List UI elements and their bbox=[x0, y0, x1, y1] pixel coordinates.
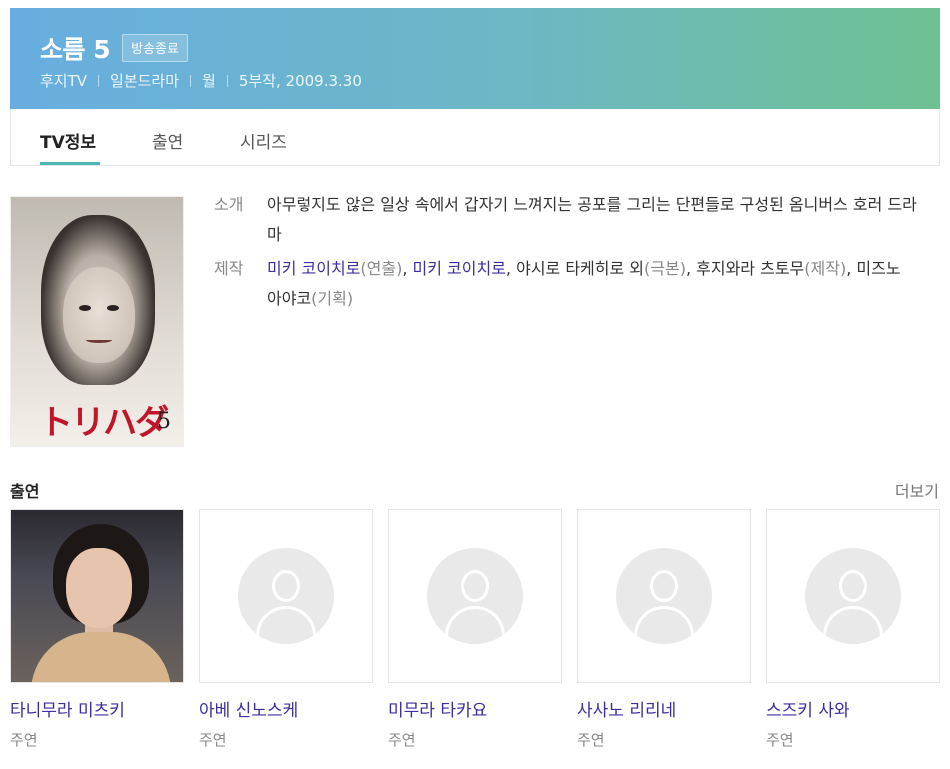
cast-photo-placeholder[interactable] bbox=[766, 509, 940, 683]
meta-divider bbox=[226, 74, 228, 87]
meta-genre: 일본드라마 bbox=[110, 72, 180, 90]
credit-separator: , bbox=[402, 259, 413, 278]
title-header: 소름 5 방송종료 후지TV 일본드라마 월 5부작, 2009.3.30 bbox=[10, 8, 940, 109]
meta-day: 월 bbox=[202, 72, 216, 90]
photo-face bbox=[66, 548, 132, 628]
title-row: 소름 5 방송종료 bbox=[40, 30, 188, 66]
meta-episodes-date: 5부작, 2009.3.30 bbox=[238, 72, 362, 90]
active-tab-indicator bbox=[40, 162, 100, 165]
avatar-placeholder-icon bbox=[238, 548, 334, 644]
cast-photo-placeholder[interactable] bbox=[577, 509, 751, 683]
production-label: 제작 bbox=[214, 259, 244, 278]
poster-number: 5 bbox=[157, 409, 171, 434]
cast-card[interactable]: 스즈키 사와 주연 bbox=[766, 509, 940, 750]
cast-role: 주연 bbox=[388, 731, 416, 749]
avatar-placeholder-icon bbox=[616, 548, 712, 644]
credit-writer-role: (극본) bbox=[644, 259, 686, 278]
cast-name[interactable]: 미무라 타카요 bbox=[388, 696, 562, 721]
tab-bar: TV정보 출연 시리즈 bbox=[10, 109, 940, 166]
meta-broadcaster[interactable]: 후지TV bbox=[40, 70, 87, 91]
credit-producer-role: (제작) bbox=[804, 259, 847, 278]
avatar-placeholder-icon bbox=[427, 548, 523, 644]
credit-writer-rest: , 야시로 타케히로 외 bbox=[505, 259, 645, 278]
meta-row: 후지TV 일본드라마 월 5부작, 2009.3.30 bbox=[40, 70, 362, 91]
cast-card[interactable]: 미무라 타카요 주연 bbox=[388, 509, 562, 750]
cast-photo-placeholder[interactable] bbox=[388, 509, 562, 683]
cast-card[interactable]: 아베 신노스케 주연 bbox=[199, 509, 373, 750]
tab-series[interactable]: 시리즈 bbox=[240, 128, 287, 153]
tab-tv-info[interactable]: TV정보 bbox=[40, 128, 96, 153]
meta-divider bbox=[98, 74, 100, 87]
credit-planner-role: (기획) bbox=[311, 289, 354, 308]
photo-body bbox=[31, 632, 171, 682]
cast-photo[interactable] bbox=[10, 509, 184, 683]
poster-eye-left bbox=[79, 305, 91, 311]
avatar-head-inner bbox=[653, 573, 675, 599]
more-link[interactable]: 더보기 bbox=[895, 478, 939, 502]
avatar-head-inner bbox=[275, 573, 297, 599]
cast-name[interactable]: 타니무라 미츠키 bbox=[10, 696, 184, 721]
status-badge: 방송종료 bbox=[122, 34, 188, 62]
cast-heading: 출연 bbox=[10, 482, 40, 501]
meta-divider bbox=[190, 74, 192, 87]
poster-title: トリハダ bbox=[39, 403, 169, 443]
credit-producer: 후지와라 츠토무 bbox=[696, 259, 805, 278]
intro-text: 아무렇지도 않은 일상 속에서 갑자기 느껴지는 공포를 그리는 단편들로 구성… bbox=[267, 195, 917, 244]
cast-name[interactable]: 스즈키 사와 bbox=[766, 696, 940, 721]
credit-separator: , bbox=[685, 259, 697, 278]
cast-role: 주연 bbox=[199, 731, 227, 749]
info-production-row: 제작 미키 코이치로(연출), 미키 코이치로, 야시로 타케히로 외(극본),… bbox=[214, 254, 917, 314]
cast-card[interactable]: 타니무라 미츠키 주연 bbox=[10, 509, 184, 750]
poster-face bbox=[63, 267, 135, 363]
credit-director-link[interactable]: 미키 코이치로 bbox=[267, 259, 360, 278]
cast-role: 주연 bbox=[766, 731, 794, 749]
cast-role: 주연 bbox=[577, 731, 605, 749]
page-title: 소름 5 bbox=[40, 35, 111, 64]
cast-name: 사사노 리리네 bbox=[577, 701, 677, 721]
production-credits: 미키 코이치로(연출), 미키 코이치로, 야시로 타케히로 외(극본), 후지… bbox=[267, 254, 917, 314]
intro-label: 소개 bbox=[214, 195, 244, 214]
avatar-head-inner bbox=[464, 573, 486, 599]
cast-role: 주연 bbox=[10, 731, 38, 749]
credit-director-role: (연출) bbox=[360, 259, 403, 278]
cast-photo-placeholder[interactable] bbox=[199, 509, 373, 683]
poster-mouth bbox=[86, 337, 112, 343]
cast-card[interactable]: 사사노 리리네 주연 bbox=[577, 509, 751, 750]
credit-separator: , bbox=[846, 259, 857, 278]
credit-writer-link[interactable]: 미키 코이치로 bbox=[413, 259, 506, 278]
poster-image[interactable]: トリハダ 5 bbox=[10, 196, 184, 447]
avatar-placeholder-icon bbox=[805, 548, 901, 644]
avatar-head-inner bbox=[842, 573, 864, 599]
poster-eye-right bbox=[107, 305, 119, 311]
cast-name[interactable]: 아베 신노스케 bbox=[199, 696, 373, 721]
info-intro-row: 소개 아무렇지도 않은 일상 속에서 갑자기 느껴지는 공포를 그리는 단편들로… bbox=[214, 190, 917, 250]
tab-cast[interactable]: 출연 bbox=[152, 128, 183, 153]
